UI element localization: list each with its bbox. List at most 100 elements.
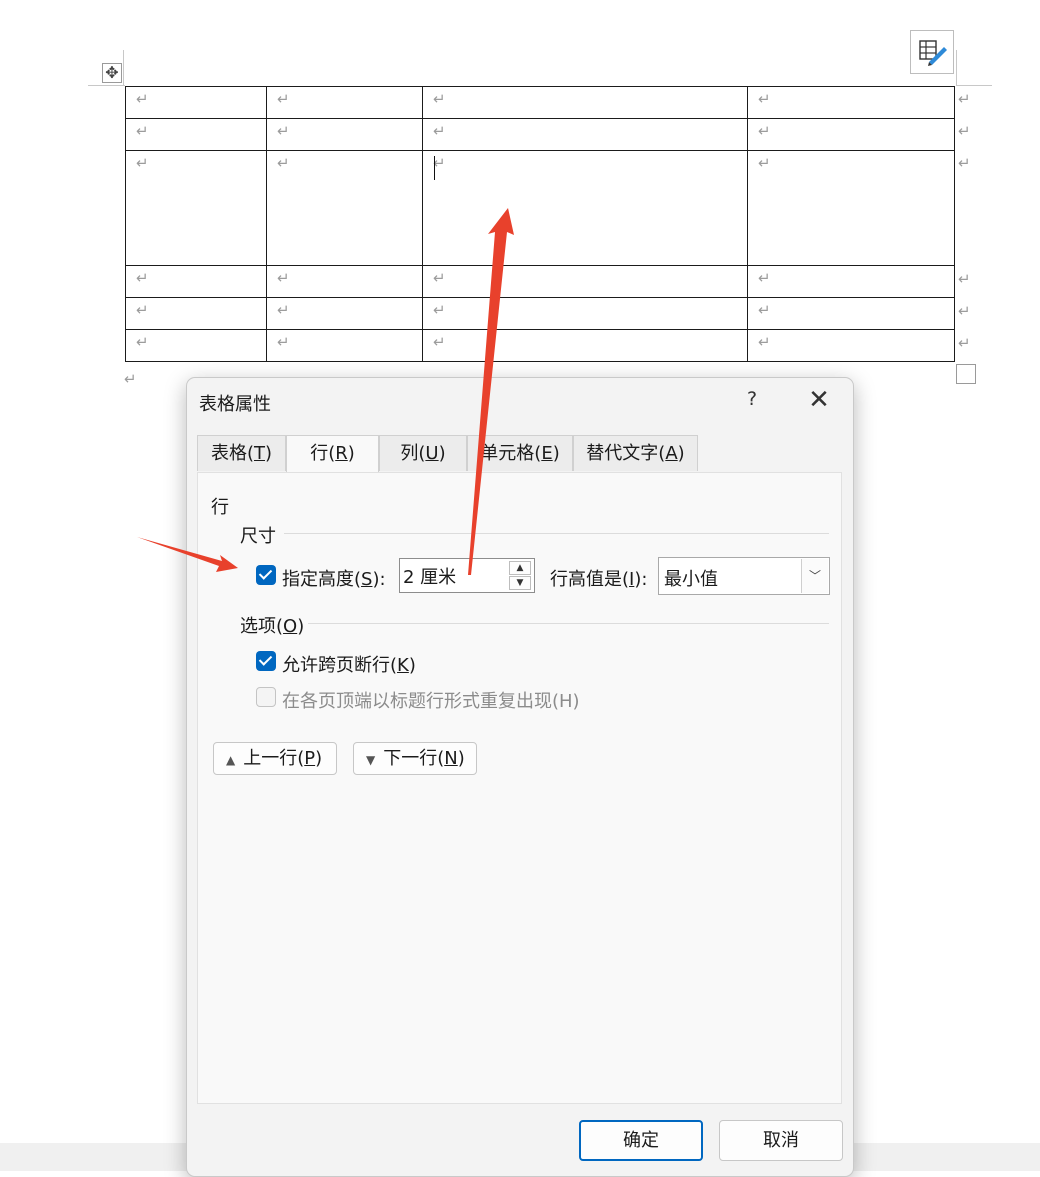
table-move-handle-icon[interactable]: ✥ bbox=[102, 63, 122, 83]
table-cell[interactable]: ↵ bbox=[747, 118, 955, 151]
table-cell[interactable]: ↵ bbox=[747, 329, 955, 362]
paragraph-mark: ↵ bbox=[433, 90, 446, 108]
paragraph-mark: ↵ bbox=[136, 301, 149, 319]
row-end-mark: ↵ bbox=[958, 90, 971, 108]
size-group-divider bbox=[284, 533, 829, 534]
label-accesskey: S bbox=[361, 569, 373, 590]
row-tab-panel: 行 尺寸 指定高度(S): 2 厘米 ▲ ▼ 行高值是(I): 最小值 ﹀ 选项… bbox=[197, 472, 842, 1104]
previous-row-button[interactable]: ▲ 上一行(P) bbox=[213, 742, 337, 775]
tab-accesskey: E bbox=[541, 443, 553, 464]
table-row: ↵ ↵ ↵ ↵ bbox=[125, 118, 955, 151]
triangle-down-icon: ▼ bbox=[366, 753, 376, 767]
margin-guide-right bbox=[956, 50, 957, 86]
table-cell[interactable]: ↵ bbox=[422, 150, 748, 266]
label-text-suffix: ) bbox=[408, 655, 416, 676]
table-cell[interactable]: ↵ bbox=[422, 118, 748, 151]
table-cell[interactable]: ↵ bbox=[422, 297, 748, 330]
tab-accesskey: U bbox=[425, 443, 439, 464]
options-group-divider bbox=[308, 623, 829, 624]
paragraph-mark: ↵ bbox=[758, 301, 771, 319]
table-cell[interactable]: ↵ bbox=[747, 86, 955, 119]
tab-row[interactable]: 行(R) bbox=[286, 435, 379, 473]
row-height-is-label: 行高值是(I): bbox=[550, 565, 647, 591]
table-cell[interactable]: ↵ bbox=[266, 118, 423, 151]
allow-break-label[interactable]: 允许跨页断行(K) bbox=[282, 651, 416, 677]
document-table: ↵ ↵ ↵ ↵ ↵ ↵ ↵ ↵ ↵ ↵ ↵ ↵ ↵ ↵ ↵ ↵ ↵ ↵ ↵ ↵ … bbox=[125, 86, 955, 362]
paragraph-mark: ↵ bbox=[758, 269, 771, 287]
options-group-title: 选项(O) bbox=[240, 612, 304, 638]
paragraph-mark: ↵ bbox=[758, 90, 771, 108]
spin-down-icon[interactable]: ▼ bbox=[509, 576, 531, 590]
row-height-mode-select[interactable]: 最小值 ﹀ bbox=[658, 557, 830, 595]
margin-guide-top bbox=[88, 85, 125, 86]
close-icon[interactable]: ✕ bbox=[802, 386, 836, 416]
table-resize-handle[interactable] bbox=[956, 364, 976, 384]
tab-cell[interactable]: 单元格(E) bbox=[467, 435, 573, 471]
table-cell[interactable]: ↵ bbox=[266, 150, 423, 266]
allow-break-checkbox[interactable] bbox=[256, 651, 276, 671]
table-row: ↵ ↵ ↵ ↵ bbox=[125, 86, 955, 119]
paragraph-mark: ↵ bbox=[433, 269, 446, 287]
label-text: 允许跨页断行( bbox=[282, 655, 398, 676]
paragraph-mark: ↵ bbox=[758, 333, 771, 351]
paragraph-mark: ↵ bbox=[136, 333, 149, 351]
paragraph-mark: ↵ bbox=[277, 301, 290, 319]
chevron-down-icon[interactable]: ﹀ bbox=[801, 559, 828, 593]
height-value[interactable]: 2 厘米 bbox=[403, 563, 456, 589]
next-row-button[interactable]: ▼ 下一行(N) bbox=[353, 742, 477, 775]
table-cell[interactable]: ↵ bbox=[266, 265, 423, 298]
spin-up-icon[interactable]: ▲ bbox=[509, 561, 531, 575]
button-label-suffix: ) bbox=[457, 748, 465, 769]
button-accesskey: N bbox=[444, 748, 458, 769]
table-cell[interactable]: ↵ bbox=[747, 150, 955, 266]
row-end-mark: ↵ bbox=[958, 302, 971, 320]
tab-column[interactable]: 列(U) bbox=[379, 435, 467, 471]
height-spinbox[interactable]: 2 厘米 ▲ ▼ bbox=[399, 558, 535, 593]
tab-accesskey: R bbox=[335, 443, 348, 464]
tab-label: 表格( bbox=[210, 443, 254, 464]
label-text-suffix: ): bbox=[634, 569, 648, 590]
table-cell[interactable]: ↵ bbox=[422, 265, 748, 298]
paragraph-mark: ↵ bbox=[277, 154, 290, 172]
paragraph-mark: ↵ bbox=[758, 122, 771, 140]
table-layout-icon[interactable] bbox=[910, 30, 954, 74]
paragraph-mark: ↵ bbox=[433, 333, 446, 351]
margin-guide-left bbox=[123, 50, 124, 86]
tab-alt-text[interactable]: 替代文字(A) bbox=[573, 435, 698, 471]
button-label: 下一行( bbox=[383, 748, 445, 769]
specify-height-label[interactable]: 指定高度(S): bbox=[282, 565, 386, 591]
label-text: 选项( bbox=[240, 616, 284, 637]
tab-label: 列( bbox=[400, 443, 426, 464]
question-icon[interactable]: ? bbox=[742, 388, 762, 410]
table-cell[interactable]: ↵ bbox=[125, 118, 267, 151]
paragraph-mark: ↵ bbox=[136, 154, 149, 172]
ok-button[interactable]: 确定 bbox=[579, 1120, 703, 1161]
specify-height-checkbox[interactable] bbox=[256, 565, 276, 585]
paragraph-mark: ↵ bbox=[433, 122, 446, 140]
table-cell[interactable]: ↵ bbox=[125, 150, 267, 266]
tab-label: 替代文字( bbox=[586, 443, 666, 464]
row-section-title: 行 bbox=[211, 497, 229, 518]
table-cell[interactable]: ↵ bbox=[266, 297, 423, 330]
label-text-suffix: ): bbox=[372, 569, 386, 590]
table-cell[interactable]: ↵ bbox=[125, 297, 267, 330]
tab-label-suffix: ) bbox=[265, 443, 273, 464]
table-cell[interactable]: ↵ bbox=[422, 86, 748, 119]
table-cell[interactable]: ↵ bbox=[422, 329, 748, 362]
label-text: 行高值是( bbox=[550, 569, 630, 590]
button-accesskey: P bbox=[304, 748, 316, 769]
table-cell[interactable]: ↵ bbox=[125, 329, 267, 362]
label-text: 指定高度( bbox=[282, 569, 362, 590]
table-cell[interactable]: ↵ bbox=[747, 265, 955, 298]
table-cell[interactable]: ↵ bbox=[266, 329, 423, 362]
tab-table[interactable]: 表格(T) bbox=[197, 435, 286, 471]
table-cell[interactable]: ↵ bbox=[125, 265, 267, 298]
row-end-mark: ↵ bbox=[958, 122, 971, 140]
tab-label-suffix: ) bbox=[347, 443, 355, 464]
table-cell[interactable]: ↵ bbox=[125, 86, 267, 119]
table-cell[interactable]: ↵ bbox=[747, 297, 955, 330]
table-cell[interactable]: ↵ bbox=[266, 86, 423, 119]
row-end-mark: ↵ bbox=[958, 154, 971, 172]
cancel-button[interactable]: 取消 bbox=[719, 1120, 843, 1161]
button-label: 上一行( bbox=[243, 748, 305, 769]
